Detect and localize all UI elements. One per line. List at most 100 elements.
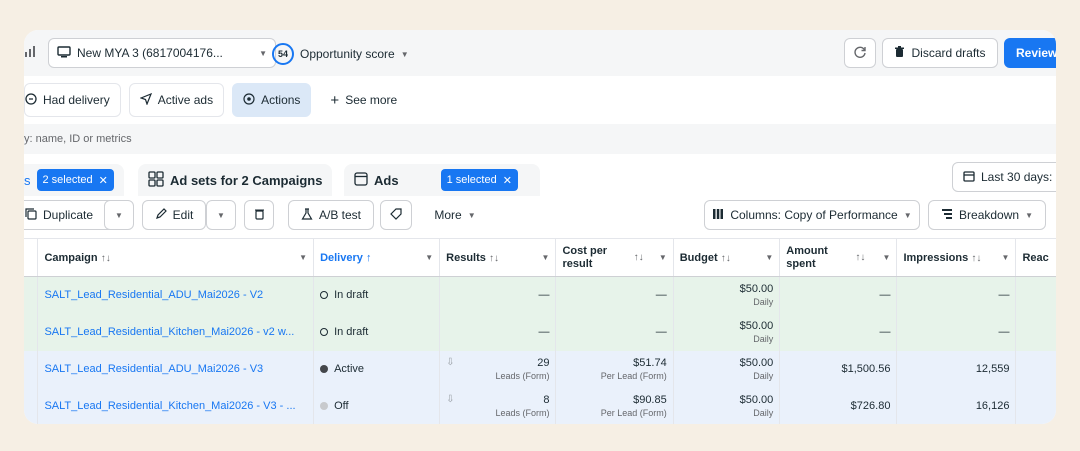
close-icon[interactable]: ✕ [503, 174, 512, 187]
columns-button[interactable]: Columns: Copy of Performance ▼ [704, 200, 920, 230]
column-header-delivery[interactable]: Delivery ↑ ▼ [313, 238, 441, 277]
draft-status-icon [320, 328, 329, 337]
edit-label: Edit [172, 208, 194, 222]
budget-value: $50.00 [739, 320, 774, 332]
search-row[interactable]: y: name, ID or metrics [24, 124, 1056, 154]
pin-icon: ⇩ [446, 394, 455, 405]
ads-icon [354, 171, 368, 189]
row-select[interactable] [24, 387, 39, 424]
chevron-down-icon: ▼ [658, 253, 667, 262]
cost-cell: $90.85 Per Lead (Form) [555, 387, 674, 424]
edit-button[interactable]: Edit [142, 200, 206, 230]
chevron-down-icon: ▼ [259, 48, 267, 58]
edit-dropdown[interactable]: ▼ [206, 200, 236, 230]
sort-icon: ↑↓ [720, 252, 731, 264]
date-range-picker[interactable]: Last 30 days: J [952, 162, 1056, 192]
cost-cell: — [555, 313, 674, 351]
table-row[interactable]: SALT_Lead_Residential_ADU_Mai2026 - V2 I… [24, 276, 1056, 314]
columns-icon [712, 208, 724, 223]
sort-icon: ↑↓ [971, 252, 982, 264]
row-select[interactable] [24, 276, 39, 314]
toolbar: Duplicate ▼ Edit ▼ A/B test More ▼ Colum… [24, 200, 1056, 232]
budget-sub: Daily [753, 334, 774, 344]
column-header-impressions[interactable]: Impressions ↑↓ ▼ [896, 238, 1017, 277]
tab-campaigns-label: s [24, 172, 31, 188]
column-header-reach[interactable]: Reac [1015, 238, 1056, 277]
filter-label: Active ads [157, 93, 214, 107]
sort-icon: ↑↓ [100, 252, 111, 264]
opportunity-score[interactable]: 54 Opportunity score ▼ [272, 43, 409, 65]
column-header-amount-spent[interactable]: Amount spent ↑↓ ▼ [779, 238, 898, 277]
account-label: New MYA 3 (6817004176... [77, 46, 223, 60]
table-row[interactable]: SALT_Lead_Residential_ADU_Mai2026 - V3 A… [24, 350, 1056, 388]
tag-button[interactable] [380, 200, 412, 230]
trash-icon [894, 45, 905, 61]
results-sub: Leads (Form) [495, 408, 550, 418]
tab-ads-label: Ads [374, 172, 399, 188]
cost-value: $90.85 [633, 394, 667, 406]
more-label: More [434, 208, 462, 222]
campaign-name-link[interactable]: SALT_Lead_Residential_ADU_Mai2026 - V2 [37, 276, 315, 314]
score-badge: 54 [272, 43, 294, 65]
chevron-down-icon: ▼ [425, 253, 434, 262]
target-icon [243, 92, 255, 108]
spent-cell: $1,500.56 [779, 350, 898, 388]
chevron-down-icon: ▼ [217, 210, 225, 220]
results-cell: — [439, 313, 557, 351]
tab-ads[interactable]: Ads 1 selected ✕ [344, 164, 540, 196]
edit-icon [25, 92, 37, 108]
column-header-budget[interactable]: Budget ↑↓ ▼ [673, 238, 781, 277]
top-bar: New MYA 3 (6817004176... ▼ 54 Opportunit… [24, 30, 1056, 76]
discard-drafts-button[interactable]: Discard drafts [882, 38, 998, 68]
filter-see-more[interactable]: + See more [319, 83, 409, 117]
filter-row: Had delivery Active ads Actions + See mo… [24, 80, 1056, 120]
review-button[interactable]: Review [1004, 38, 1056, 68]
delivery-status: In draft [334, 326, 369, 338]
breakdown-icon [941, 208, 953, 223]
chevron-down-icon: ▼ [115, 210, 123, 220]
campaign-name-link[interactable]: SALT_Lead_Residential_ADU_Mai2026 - V3 [37, 350, 315, 388]
campaign-name-link[interactable]: SALT_Lead_Residential_Kitchen_Mai2026 - … [37, 313, 315, 351]
breakdown-button[interactable]: Breakdown ▼ [928, 200, 1046, 230]
cost-cell: — [555, 276, 674, 314]
chart-icon [24, 44, 38, 61]
reach-cell [1015, 350, 1056, 388]
table-row[interactable]: SALT_Lead_Residential_Kitchen_Mai2026 - … [24, 387, 1056, 424]
budget-cell: $50.00 Daily [673, 276, 781, 314]
chevron-down-icon: ▼ [903, 210, 912, 220]
checkbox-header [24, 238, 39, 277]
campaign-name-link[interactable]: SALT_Lead_Residential_Kitchen_Mai2026 - … [37, 387, 315, 424]
sort-icon: ↑↓ [488, 252, 499, 264]
tab-campaigns[interactable]: s 2 selected ✕ [24, 164, 124, 196]
delete-button[interactable] [244, 200, 274, 230]
refresh-button[interactable] [844, 38, 876, 68]
column-header-results[interactable]: Results ↑↓ ▼ [439, 238, 557, 277]
campaigns-selected-pill[interactable]: 2 selected ✕ [36, 169, 114, 191]
duplicate-dropdown[interactable]: ▼ [104, 200, 134, 230]
row-select[interactable] [24, 350, 39, 388]
filter-actions[interactable]: Actions [232, 83, 312, 117]
level-tabs: s 2 selected ✕ Ad sets for 2 Campaigns A… [24, 160, 1056, 196]
search-input[interactable]: y: name, ID or metrics [24, 133, 132, 145]
ads-manager-frame: New MYA 3 (6817004176... ▼ 54 Opportunit… [24, 30, 1056, 424]
column-header-campaign[interactable]: Campaign ↑↓ ▼ [37, 238, 315, 277]
row-select[interactable] [24, 313, 39, 351]
tab-ad-sets[interactable]: Ad sets for 2 Campaigns [138, 164, 333, 196]
delivery-status: Off [334, 400, 349, 412]
column-header-cost-per-result[interactable]: Cost per result ↑↓ ▼ [555, 238, 674, 277]
account-selector[interactable]: New MYA 3 (6817004176... ▼ [48, 38, 276, 68]
more-button[interactable]: More ▼ [422, 200, 488, 230]
close-icon[interactable]: ✕ [99, 174, 108, 187]
ab-test-button[interactable]: A/B test [288, 200, 374, 230]
filter-had-delivery[interactable]: Had delivery [24, 83, 121, 117]
delivery-cell: In draft [313, 313, 441, 351]
budget-cell: $50.00 Daily [673, 387, 781, 424]
opportunity-label: Opportunity score [300, 47, 395, 61]
duplicate-icon [25, 207, 37, 223]
ads-selected-pill[interactable]: 1 selected ✕ [440, 169, 518, 191]
sort-up-icon: ↑ [365, 251, 372, 264]
campaigns-table: Campaign ↑↓ ▼ Delivery ↑ ▼ Results ↑↓ ▼ Cos… [24, 238, 1056, 424]
table-row[interactable]: SALT_Lead_Residential_Kitchen_Mai2026 - … [24, 313, 1056, 351]
chevron-down-icon: ▼ [1025, 210, 1033, 220]
filter-active-ads[interactable]: Active ads [128, 83, 225, 117]
